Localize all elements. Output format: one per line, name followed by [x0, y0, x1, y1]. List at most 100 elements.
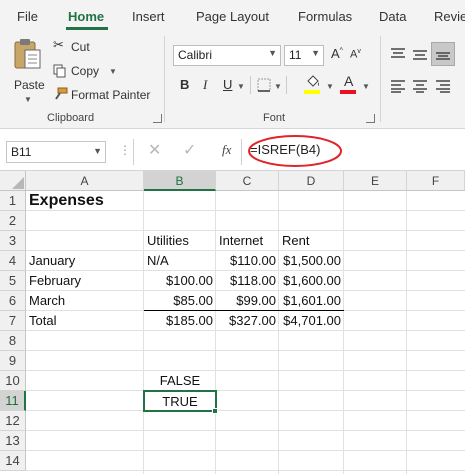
align-middle-icon[interactable] — [412, 47, 428, 61]
copy-dropdown-icon[interactable]: ▼ — [109, 67, 117, 76]
ribbon-tab-bar: File Home Insert Page Layout Formulas Da… — [0, 0, 465, 32]
column-header-a[interactable]: A — [26, 171, 144, 191]
font-divider — [250, 76, 251, 94]
decrease-font-size-button[interactable]: Av — [350, 48, 361, 61]
group-divider — [380, 36, 381, 122]
row-header-7[interactable]: 7 — [0, 311, 26, 331]
align-top-icon[interactable] — [390, 47, 406, 61]
borders-icon[interactable] — [257, 78, 271, 92]
formula-divider — [133, 139, 134, 165]
align-bottom-button[interactable] — [431, 42, 455, 66]
align-center-icon[interactable] — [412, 79, 428, 93]
gridline — [26, 430, 465, 431]
gridline — [406, 191, 407, 474]
font-color-button[interactable]: A — [340, 73, 358, 96]
row-header-14[interactable]: 14 — [0, 451, 26, 471]
row-header-11[interactable]: 11 — [0, 391, 26, 411]
fill-color-button[interactable] — [304, 74, 322, 96]
underline-button[interactable]: U — [223, 77, 232, 92]
insert-function-icon[interactable]: fx — [222, 142, 231, 158]
cut-button[interactable]: ✂ Cut — [53, 37, 113, 56]
cell-d7[interactable]: $4,701.00 — [279, 311, 344, 331]
cell-a4[interactable]: January — [26, 251, 144, 271]
cell-c4[interactable]: $110.00 — [216, 251, 279, 271]
font-name-value: Calibri — [178, 48, 213, 62]
cell-b4[interactable]: N/A — [144, 251, 216, 271]
row-header-9[interactable]: 9 — [0, 351, 26, 371]
row-header-6[interactable]: 6 — [0, 291, 26, 311]
row-header-12[interactable]: 12 — [0, 411, 26, 431]
column-header-f[interactable]: F — [407, 171, 465, 191]
formula-bar: B11 ▼ ⋮ ✕ ✓ fx =ISREF(B4) — [0, 129, 465, 171]
cell-a7[interactable]: Total — [26, 311, 144, 331]
tab-data[interactable]: Data — [379, 9, 406, 24]
row-header-2[interactable]: 2 — [0, 211, 26, 231]
tab-file[interactable]: File — [17, 9, 38, 24]
chevron-down-icon: ▼ — [93, 146, 102, 156]
tab-formulas[interactable]: Formulas — [298, 9, 352, 24]
row-header-8[interactable]: 8 — [0, 331, 26, 351]
align-left-icon[interactable] — [390, 79, 406, 93]
clipboard-launcher-icon[interactable] — [153, 114, 162, 123]
cell-d6[interactable]: $1,601.00 — [279, 291, 344, 311]
font-group-label: Font — [263, 112, 286, 124]
tab-home[interactable]: Home — [68, 9, 104, 24]
paste-button[interactable]: Paste ▼ — [10, 38, 45, 104]
ribbon-home: Paste ▼ ✂ Cut Copy ▼ Format Painter Clip… — [0, 32, 465, 129]
cell-a6[interactable]: March — [26, 291, 144, 311]
tab-page-layout[interactable]: Page Layout — [196, 9, 269, 24]
font-size-select[interactable]: 11 ▼ — [284, 45, 324, 66]
cell-b5[interactable]: $100.00 — [144, 271, 216, 291]
row-header-4[interactable]: 4 — [0, 251, 26, 271]
paste-dropdown-icon[interactable]: ▼ — [24, 95, 32, 104]
cut-label: Cut — [71, 40, 90, 54]
font-launcher-icon[interactable] — [366, 114, 375, 123]
select-all-corner[interactable] — [0, 171, 26, 191]
cancel-icon[interactable]: ✕ — [148, 140, 161, 160]
cell-b3[interactable]: Utilities — [144, 231, 216, 251]
cell-a1[interactable]: Expenses — [26, 191, 144, 211]
increase-font-size-button[interactable]: A^ — [331, 46, 343, 61]
fill-dropdown-icon[interactable]: ▼ — [326, 82, 334, 91]
font-color-dropdown-icon[interactable]: ▼ — [362, 82, 370, 91]
column-header-d[interactable]: D — [279, 171, 344, 191]
row-header-10[interactable]: 10 — [0, 371, 26, 391]
cell-b6[interactable]: $85.00 — [144, 291, 216, 311]
cell-d3[interactable]: Rent — [279, 231, 344, 251]
name-box[interactable]: B11 ▼ — [6, 141, 106, 163]
tab-review[interactable]: Revie — [434, 9, 465, 24]
font-divider — [286, 76, 287, 94]
column-header-c[interactable]: C — [216, 171, 279, 191]
row-header-3[interactable]: 3 — [0, 231, 26, 251]
cell-d4[interactable]: $1,500.00 — [279, 251, 344, 271]
cell-c7[interactable]: $327.00 — [216, 311, 279, 331]
row-header-13[interactable]: 13 — [0, 431, 26, 451]
row-header-1[interactable]: 1 — [0, 191, 26, 211]
active-cell-b11[interactable]: TRUE — [143, 390, 217, 412]
italic-button[interactable]: I — [203, 77, 207, 93]
align-right-icon[interactable] — [435, 79, 451, 93]
borders-dropdown-icon[interactable]: ▼ — [274, 82, 282, 91]
format-painter-button[interactable]: Format Painter — [53, 86, 153, 104]
paste-icon — [14, 39, 41, 69]
font-name-select[interactable]: Calibri ▼ — [173, 45, 281, 66]
tab-insert[interactable]: Insert — [132, 9, 165, 24]
cell-a5[interactable]: February — [26, 271, 144, 291]
cell-b10[interactable]: FALSE — [144, 371, 216, 391]
clipboard-group-label: Clipboard — [47, 112, 95, 124]
copy-button[interactable]: Copy ▼ — [53, 62, 123, 80]
cell-d5[interactable]: $1,600.00 — [279, 271, 344, 291]
row-header-5[interactable]: 5 — [0, 271, 26, 291]
bold-button[interactable]: B — [180, 77, 189, 92]
chevron-down-icon: ▼ — [268, 48, 277, 58]
column-header-e[interactable]: E — [344, 171, 407, 191]
cell-c6[interactable]: $99.00 — [216, 291, 279, 311]
enter-check-icon[interactable]: ✓ — [183, 140, 196, 160]
fill-handle[interactable] — [212, 408, 218, 414]
column-header-b[interactable]: B — [144, 171, 216, 191]
cell-b7[interactable]: $185.00 — [144, 311, 216, 331]
cell-c3[interactable]: Internet — [216, 231, 279, 251]
underline-dropdown-icon[interactable]: ▼ — [237, 82, 245, 91]
cell-c5[interactable]: $118.00 — [216, 271, 279, 291]
copy-label: Copy — [71, 64, 100, 78]
